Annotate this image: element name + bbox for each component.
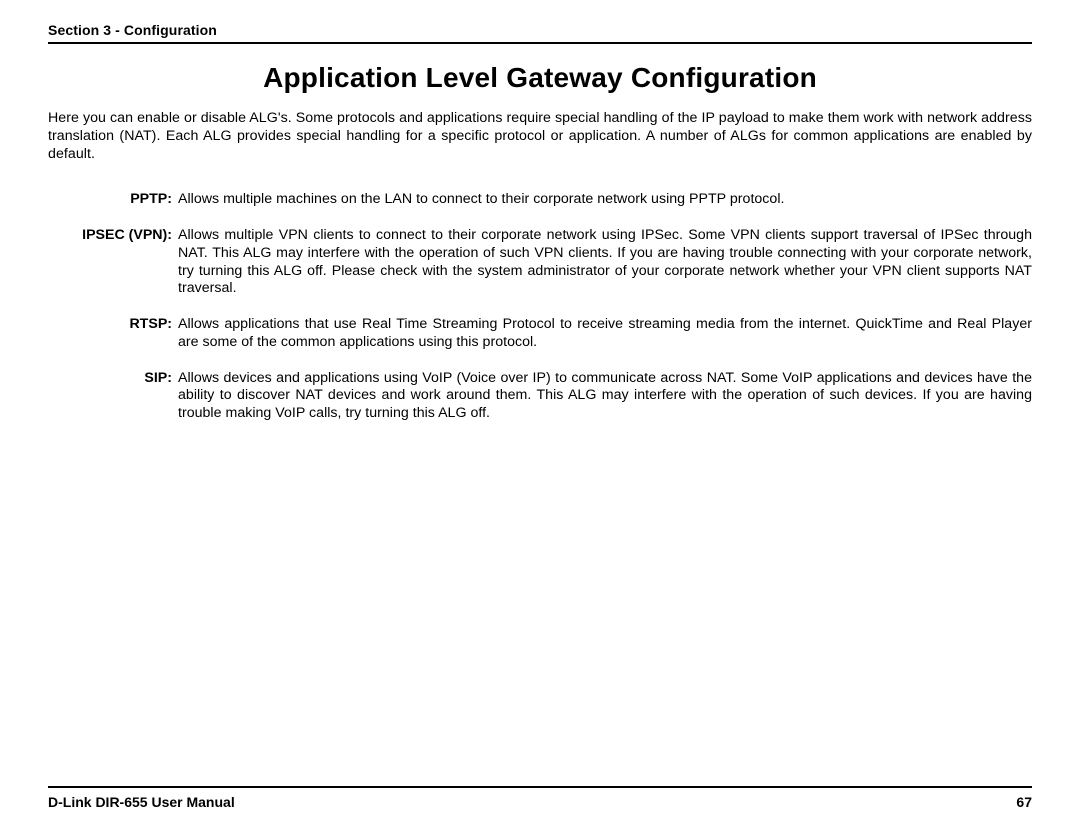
page-header: Section 3 - Configuration	[48, 22, 1032, 44]
definition-description: Allows multiple VPN clients to connect t…	[178, 227, 1032, 298]
definition-description: Allows applications that use Real Time S…	[178, 316, 1032, 352]
definition-item: PPTP: Allows multiple machines on the LA…	[48, 191, 1032, 209]
definition-term: RTSP:	[48, 316, 178, 352]
definition-list: PPTP: Allows multiple machines on the LA…	[48, 191, 1032, 423]
page-title: Application Level Gateway Configuration	[48, 62, 1032, 94]
definition-term: PPTP:	[48, 191, 178, 209]
definition-item: RTSP: Allows applications that use Real …	[48, 316, 1032, 352]
definition-term: SIP:	[48, 370, 178, 423]
section-label: Section 3 - Configuration	[48, 22, 1032, 38]
footer-manual-name: D-Link DIR-655 User Manual	[48, 794, 235, 810]
footer-page-number: 67	[1016, 794, 1032, 810]
definition-description: Allows devices and applications using Vo…	[178, 370, 1032, 423]
definition-term: IPSEC (VPN):	[48, 227, 178, 298]
definition-description: Allows multiple machines on the LAN to c…	[178, 191, 1032, 209]
intro-paragraph: Here you can enable or disable ALG's. So…	[48, 110, 1032, 163]
definition-item: IPSEC (VPN): Allows multiple VPN clients…	[48, 227, 1032, 298]
definition-item: SIP: Allows devices and applications usi…	[48, 370, 1032, 423]
page-footer: D-Link DIR-655 User Manual 67	[48, 786, 1032, 810]
